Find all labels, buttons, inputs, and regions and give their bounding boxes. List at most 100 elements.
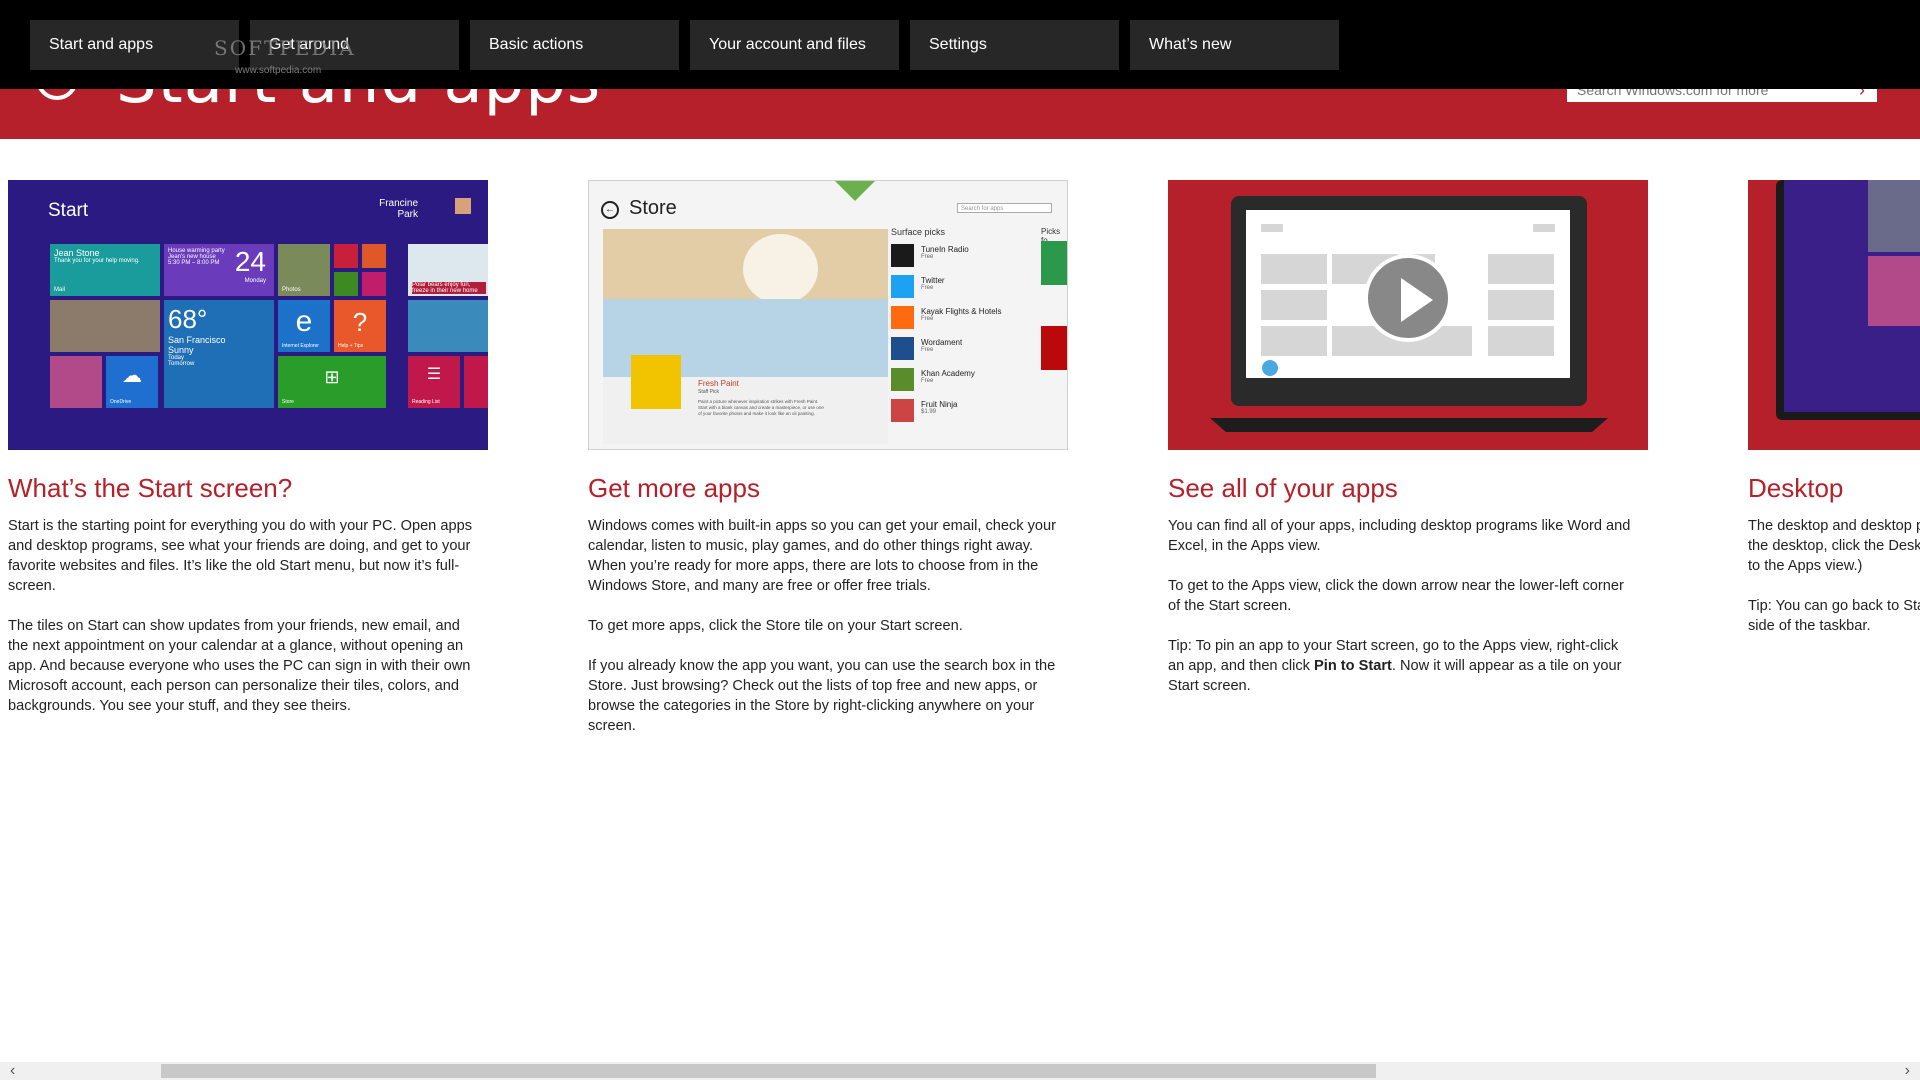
tile-store-label: Store <box>282 399 294 405</box>
card-heading: Get more apps <box>588 473 760 503</box>
hero-app-desc: Paint a picture whenever inspiration str… <box>698 399 824 416</box>
store-image-title: Store <box>629 197 677 219</box>
card-heading: What’s the Start screen? <box>8 473 293 503</box>
card-get-more-apps: ← Store Search for apps Fresh Paint Staf… <box>588 180 1068 734</box>
store-app-name: Twitter <box>921 276 945 285</box>
tile-music <box>362 244 386 268</box>
fresh-paint-logo <box>631 355 681 409</box>
card-paragraph: The desktop and desktop programs are sti… <box>1748 518 1920 574</box>
tile-video <box>362 272 386 296</box>
tile-news-label: Polar bears enjoy fun, freeze in their n… <box>412 282 486 294</box>
tip-bold: Pin to Start <box>1314 658 1392 674</box>
nav-tab-basic-actions[interactable]: Basic actions <box>470 20 679 70</box>
tile-weather-cond: Sunny <box>168 345 194 355</box>
store-app-name: Kayak Flights & Hotels <box>921 307 1002 316</box>
scroll-right-icon[interactable]: › <box>1890 1062 1910 1080</box>
cursor-dot-icon <box>1262 360 1278 376</box>
laptop-base <box>1210 418 1608 432</box>
list-item: Kayak Flights & Hotels Free <box>891 303 1051 334</box>
tile-cal-dayname: Monday <box>244 278 266 284</box>
ie-icon: e <box>295 305 313 338</box>
store-app-meta: Free <box>921 254 934 260</box>
top-app-bar: Start and apps Get around Basic actions … <box>0 0 1920 89</box>
card-paragraph: To get to the Apps view, click the down … <box>1168 578 1624 614</box>
app-icon <box>891 306 914 329</box>
tile-people-msg: Thank you for your help moving. <box>54 258 140 264</box>
tile-weather-city: San Francisco <box>168 335 226 345</box>
corner-triangle-icon <box>835 181 875 201</box>
tile-weather-temp: 68° <box>168 304 208 334</box>
store-app-name: Khan Academy <box>921 369 975 378</box>
card-heading: See all of your apps <box>1168 473 1398 503</box>
tile-help-label: Help + Tips <box>338 343 364 349</box>
tile-calendar: House warming party Jean's new house 5:3… <box>164 244 274 296</box>
nav-tab-account-files[interactable]: Your account and files <box>690 20 899 70</box>
card-see-all-apps: See all of your apps You can find all of… <box>1168 180 1648 694</box>
app-icon <box>891 275 914 298</box>
horizontal-scrollbar[interactable]: ‹ › <box>0 1062 1920 1080</box>
store-app-meta: $1.99 <box>921 409 937 415</box>
tile-reading: ☰ Reading List <box>408 356 460 408</box>
tile-cal-day: 24 <box>234 246 266 277</box>
tile-photos-label: Photos <box>282 287 301 293</box>
start-image-title: Start <box>48 200 89 221</box>
app-icon <box>891 368 914 391</box>
store-app-list: Surface picks TuneIn Radio Free Twitter … <box>891 227 1051 427</box>
tile-flower <box>50 356 102 408</box>
tile-flower <box>1868 256 1920 326</box>
tile-onedrive-label: OneDrive <box>110 399 132 405</box>
tile-people-name: Jean Stone <box>54 248 100 258</box>
tile-reading-label: Reading List <box>412 399 440 405</box>
store-app-meta: Free <box>921 316 934 322</box>
tile-people-photos <box>50 300 160 352</box>
list-item: Twitter Free <box>891 272 1051 303</box>
play-icon <box>1364 254 1452 342</box>
netflix-icon <box>1041 326 1067 370</box>
scroll-left-icon[interactable]: ‹ <box>10 1062 30 1080</box>
start-screen-image: Start Francine Park Jean Stone Thank you… <box>8 180 488 450</box>
card-body: Windows comes with built-in apps so you … <box>588 516 1058 756</box>
card-paragraph: Windows comes with built-in apps so you … <box>588 518 1057 594</box>
app-icon <box>1041 241 1067 285</box>
tile-ie-label: Internet Explorer <box>282 343 319 349</box>
tile-weather-tomorrow: Tomorrow <box>168 361 195 367</box>
start-image-user: Francine Park <box>379 198 418 220</box>
card-start-screen: Start Francine Park Jean Stone Thank you… <box>8 180 488 714</box>
tile-help: ? Help + Tips <box>334 300 386 352</box>
card-paragraph: Start is the starting point for everythi… <box>8 518 472 594</box>
tile-news: Polar bears enjoy fun, freeze in their n… <box>408 244 488 296</box>
card-body: You can find all of your apps, including… <box>1168 516 1638 716</box>
list-item: Khan Academy Free <box>891 365 1051 396</box>
laptop-screen <box>1246 210 1570 378</box>
watermark-brand: SOFTPEDIA <box>214 36 356 60</box>
store-section-title: Surface picks <box>891 227 946 237</box>
tile-ie: e Internet Explorer <box>278 300 330 352</box>
card-tip: Tip: To pin an app to your Start screen,… <box>1168 636 1638 696</box>
tile-photo <box>1868 180 1920 252</box>
tile-health <box>464 356 488 408</box>
tile-weather: 68° San Francisco Sunny Today Tomorrow <box>164 300 274 408</box>
tile-store: ⊞ Store <box>278 356 386 408</box>
list-item: Fruit Ninja $1.99 <box>891 396 1051 427</box>
card-paragraph: To get more apps, click the Store tile o… <box>588 618 963 634</box>
card-paragraph: Tip: You can go back to Start by clickin… <box>1748 598 1920 634</box>
tile-photos: Photos <box>278 244 330 296</box>
hero-app-name: Fresh Paint <box>698 379 739 388</box>
back-arrow-icon: ← <box>601 201 619 219</box>
card-paragraph: The tiles on Start can show updates from… <box>8 618 471 714</box>
nav-tab-whats-new[interactable]: What’s new <box>1130 20 1339 70</box>
nav-tab-settings[interactable]: Settings <box>910 20 1119 70</box>
store-hero: Fresh Paint Staff Pick Paint a picture w… <box>603 229 888 444</box>
list-item: TuneIn Radio Free <box>891 241 1051 272</box>
scroll-thumb[interactable] <box>161 1064 1376 1078</box>
store-image: ← Store Search for apps Fresh Paint Staf… <box>588 180 1068 450</box>
nav-tab-start-and-apps[interactable]: Start and apps <box>30 20 239 70</box>
desktop-image <box>1748 180 1920 450</box>
store-app-meta: Free <box>921 285 934 291</box>
tile-camera <box>334 244 358 268</box>
store-app-name: Fruit Ninja <box>921 400 958 409</box>
store-app-name: Wordament <box>921 338 963 347</box>
card-paragraph: You can find all of your apps, including… <box>1168 518 1631 554</box>
list-icon: ☰ <box>426 366 442 383</box>
list-item: Wordament Free <box>891 334 1051 365</box>
